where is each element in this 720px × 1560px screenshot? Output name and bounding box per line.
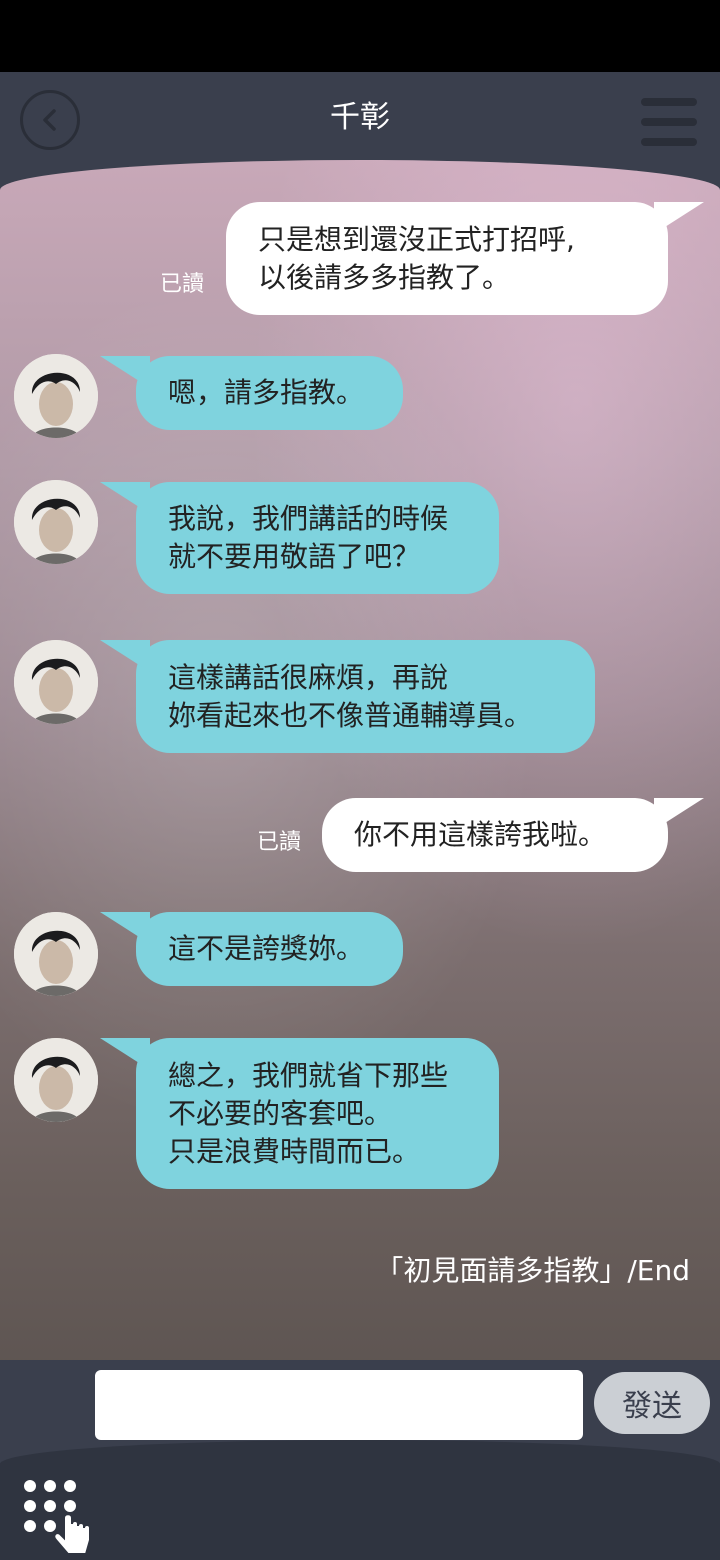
message-bubble-received[interactable]: 這樣講話很麻煩，再說 妳看起來也不像普通輔導員。 [136, 640, 595, 753]
bubble-tail [100, 640, 150, 672]
avatar-face-icon [14, 912, 98, 996]
bubble-tail [654, 798, 704, 830]
message-input[interactable] [95, 1370, 583, 1440]
bubble-tail [100, 356, 150, 388]
bubble-tail [100, 1038, 150, 1070]
send-button[interactable]: 發送 [594, 1372, 710, 1434]
input-bar: 發送 [0, 1360, 720, 1560]
message-bubble-received[interactable]: 總之，我們就省下那些 不必要的客套吧。 只是浪費時間而已。 [136, 1038, 499, 1189]
hamburger-menu-icon[interactable] [641, 98, 699, 148]
status-bar [0, 0, 720, 72]
bubble-tail [100, 912, 150, 944]
message-bubble-sent[interactable]: 你不用這樣誇我啦。 [322, 798, 668, 872]
avatar-face-icon [14, 1038, 98, 1122]
avatar-face-icon [14, 480, 98, 564]
message-bubble-sent[interactable]: 只是想到還沒正式打招呼, 以後請多多指教了。 [226, 202, 668, 315]
bottom-panel [0, 1440, 720, 1560]
avatar[interactable] [14, 912, 98, 996]
chat-title: 千彰 [330, 100, 390, 135]
avatar[interactable] [14, 1038, 98, 1122]
message-bubble-received[interactable]: 我說，我們講話的時候 就不要用敬語了吧？ [136, 482, 499, 594]
message-bubble-received[interactable]: 這不是誇獎妳。 [136, 912, 403, 986]
bubble-tail [100, 482, 150, 514]
avatar[interactable] [14, 354, 98, 438]
message-bubble-received[interactable]: 嗯，請多指教。 [136, 356, 403, 430]
bubble-tail [654, 202, 704, 234]
avatar[interactable] [14, 480, 98, 564]
avatar-face-icon [14, 354, 98, 438]
avatar[interactable] [14, 640, 98, 724]
read-receipt: 已讀 [257, 830, 302, 855]
chat-area[interactable]: 已讀 只是想到還沒正式打招呼, 以後請多多指教了。 嗯，請多指教。 我說，我們講… [0, 160, 720, 1370]
episode-end-label: 「初見面請多指教」/End [375, 1254, 690, 1287]
keypad-hand-icon[interactable] [20, 1478, 100, 1558]
read-receipt: 已讀 [160, 272, 205, 297]
avatar-face-icon [14, 640, 98, 724]
